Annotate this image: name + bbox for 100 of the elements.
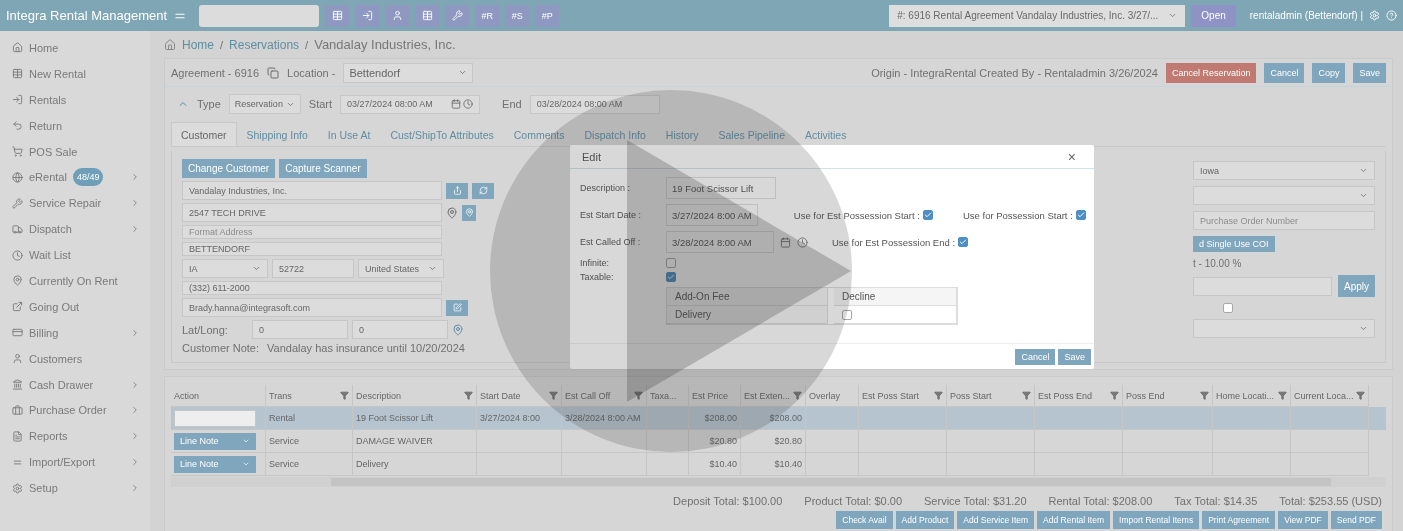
action-button[interactable]: Check Avail — [836, 511, 893, 529]
sidebar-item[interactable]: Rentals — [0, 86, 150, 113]
address-line-field[interactable]: Format Address — [182, 225, 442, 239]
action-button[interactable]: Add Rental Item — [1037, 511, 1110, 529]
checkbox[interactable] — [666, 272, 676, 282]
type-select[interactable]: Reservation — [228, 94, 301, 114]
line-note-select[interactable]: Line Note — [174, 455, 256, 473]
sidebar-item[interactable]: Cash Drawer — [0, 371, 150, 398]
cancel-reservation-button[interactable]: Cancel Reservation — [1165, 62, 1257, 83]
state-select[interactable]: Iowa — [1193, 161, 1375, 180]
action-button[interactable]: Copy — [1312, 62, 1346, 83]
filter-icon[interactable] — [464, 391, 473, 400]
add-coi-button[interactable]: d Single Use COI — [1193, 236, 1275, 252]
checkbox[interactable] — [1075, 210, 1086, 220]
clock-icon[interactable] — [463, 99, 474, 109]
action-button[interactable]: View PDF — [1278, 511, 1328, 529]
sidebar-item[interactable]: Wait List — [0, 242, 150, 268]
grid-row[interactable]: Line Note Service Delivery $10.40 $10.40 — [171, 453, 1386, 476]
breadcrumb-link[interactable]: Reservations — [229, 37, 300, 52]
sidebar-item[interactable]: Reports — [0, 423, 150, 450]
sidebar-item[interactable]: Service Repair — [0, 190, 150, 217]
address-field[interactable]: 2547 TECH DRIVE — [182, 203, 442, 222]
tab[interactable]: In Use At — [317, 122, 381, 146]
tab[interactable]: Cust/ShipTo Attributes — [380, 122, 504, 146]
longitude-field[interactable]: 0 — [352, 320, 448, 339]
shortcut-button[interactable]: #S — [505, 4, 530, 27]
customer-button[interactable]: Capture Scanner — [279, 159, 367, 178]
toolbar-button[interactable] — [355, 4, 380, 27]
checkbox[interactable] — [958, 237, 969, 247]
location-select[interactable]: Bettendorf — [343, 62, 474, 83]
shortcut-button[interactable]: #P — [535, 4, 560, 27]
sidebar-item[interactable]: POS Sale — [0, 138, 150, 165]
grid-row[interactable]: Rental 19 Foot Scissor Lift 3/27/2024 8:00 3/28/2024 8:00 AM $208.00 $208.00 — [171, 407, 1386, 430]
filter-icon[interactable] — [934, 391, 943, 400]
action-field[interactable] — [174, 409, 256, 427]
sidebar-item[interactable]: New Rental — [0, 60, 150, 87]
city-field[interactable]: BETTENDORF — [182, 242, 442, 256]
action-button[interactable]: Send PDF — [1330, 511, 1382, 529]
refresh-button[interactable] — [472, 182, 494, 199]
start-date-field[interactable]: 03/27/2024 08:00 AM — [340, 94, 481, 114]
action-button[interactable]: Import Rental Items — [1113, 511, 1200, 529]
action-button[interactable]: Print Agreement — [1202, 511, 1276, 529]
line-note-select[interactable]: Line Note — [174, 432, 256, 450]
settings-icon[interactable] — [1369, 10, 1380, 21]
copy-icon[interactable] — [267, 66, 280, 79]
sidebar-item[interactable]: Purchase Order — [0, 397, 150, 424]
sidebar-item[interactable]: Going Out — [0, 293, 150, 320]
user-name[interactable]: rentaladmin (Bettendorf) | — [1249, 10, 1363, 21]
help-icon[interactable] — [1386, 10, 1397, 21]
map-pin-icon[interactable] — [446, 206, 458, 219]
toolbar-button[interactable] — [445, 4, 470, 27]
tab[interactable]: Shipping Info — [236, 122, 318, 146]
phone-field[interactable]: (332) 611-2000 — [182, 281, 442, 295]
checkbox[interactable] — [922, 210, 933, 220]
filter-icon[interactable] — [340, 391, 349, 400]
sidebar-item[interactable]: Dispatch — [0, 216, 150, 243]
sidebar-item[interactable]: Currently On Rent — [0, 268, 150, 294]
open-button[interactable]: Open — [1191, 4, 1236, 27]
filter-icon[interactable] — [549, 391, 558, 400]
apply-button[interactable]: Apply — [1338, 275, 1375, 297]
agreement-select[interactable]: #: 6916 Rental Agreement Vandalay Industries, Inc. 3/27/... — [889, 4, 1186, 27]
close-button[interactable]: × — [1061, 147, 1082, 166]
map-button[interactable] — [462, 204, 476, 221]
search-field[interactable] — [199, 4, 320, 27]
action-button[interactable]: Save — [1353, 62, 1386, 83]
grid-row[interactable]: Line Note Service DAMAGE WAIVER $20.80 $20.80 — [171, 430, 1386, 453]
sidebar-item[interactable]: Customers — [0, 345, 150, 372]
tab[interactable]: Customer — [171, 122, 237, 146]
calendar-icon[interactable] — [780, 236, 791, 248]
checkbox[interactable] — [1223, 303, 1233, 313]
breadcrumb-link[interactable]: Home — [182, 37, 214, 52]
edit-button[interactable] — [446, 299, 468, 316]
map-pin-icon[interactable] — [452, 323, 464, 336]
sidebar-item[interactable]: Return — [0, 112, 150, 139]
toolbar-button[interactable] — [325, 4, 350, 27]
tab[interactable]: Dispatch Info — [574, 122, 656, 146]
filter-icon[interactable] — [1110, 391, 1119, 400]
sidebar-item[interactable]: Billing — [0, 319, 150, 346]
purchase-order-field[interactable]: Purchase Order Number — [1193, 211, 1375, 230]
dialog-button[interactable]: Save — [1058, 348, 1091, 365]
action-button[interactable]: Add Service Item — [957, 511, 1035, 529]
sidebar-item[interactable]: Setup — [0, 475, 150, 502]
filter-icon[interactable] — [793, 391, 802, 400]
customer-name-field[interactable]: Vandalay Industries, Inc. — [182, 181, 442, 200]
toolbar-button[interactable] — [385, 4, 410, 27]
filter-icon[interactable] — [1200, 391, 1209, 400]
zip-field[interactable]: 52722 — [272, 259, 354, 278]
shortcut-button[interactable]: #R — [475, 4, 500, 27]
latitude-field[interactable]: 0 — [252, 320, 348, 339]
state-select[interactable]: IA — [182, 259, 268, 278]
filter-icon[interactable] — [1278, 391, 1287, 400]
customer-button[interactable]: Change Customer — [182, 159, 276, 178]
filter-icon[interactable] — [1356, 391, 1365, 400]
action-button[interactable]: Cancel — [1264, 62, 1305, 83]
sidebar-item[interactable]: Home — [0, 35, 150, 61]
calendar-icon[interactable] — [451, 99, 462, 109]
filter-icon[interactable] — [1022, 391, 1031, 400]
sidebar-item[interactable]: eRental 48/49 — [0, 164, 150, 191]
end-date-field[interactable]: 03/28/2024 08:00 AM — [529, 94, 660, 114]
email-field[interactable]: Brady.hanna@integrasoft.com — [182, 298, 442, 317]
